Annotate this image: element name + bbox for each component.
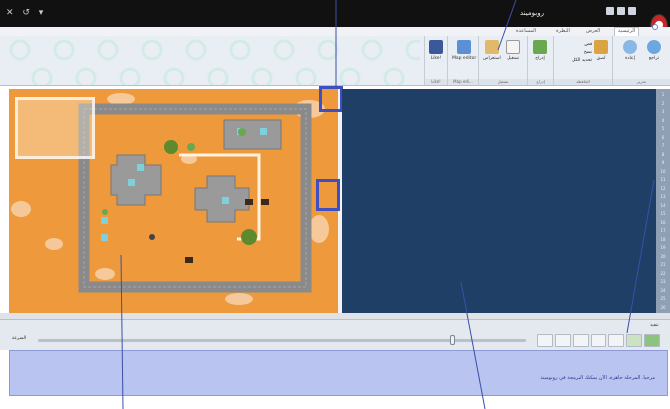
- toolbar-button[interactable]: [537, 334, 553, 347]
- quick-access-toolbar[interactable]: [606, 7, 640, 17]
- line-number: 8: [661, 151, 665, 157]
- browse-button[interactable]: استعراض: [483, 40, 501, 61]
- tab-view[interactable]: العرض: [586, 28, 600, 34]
- insert-icon: [533, 40, 547, 54]
- lock-icon[interactable]: [628, 7, 636, 15]
- line-number: 5: [661, 126, 665, 131]
- line-number: 17: [660, 228, 666, 233]
- document-icon: [506, 40, 520, 54]
- insert-button[interactable]: إدراج: [533, 40, 547, 61]
- line-number: 26: [660, 304, 666, 310]
- line-number: 9: [661, 160, 665, 165]
- line-number: 15: [660, 211, 666, 216]
- ribbon: تراجع إعادة تحرير لصق قص نسخ تحديد الكل …: [0, 36, 670, 86]
- line-number: 19: [660, 245, 666, 250]
- undo-button[interactable]: تراجع: [647, 40, 661, 61]
- title-bar: ✕ ↺ ▾ روبوميند: [0, 0, 670, 27]
- toolbar-button[interactable]: [554, 334, 571, 347]
- copy-button[interactable]: نسخ: [558, 49, 592, 57]
- code-editor[interactable]: [342, 89, 656, 313]
- run-button[interactable]: تشغيل: [506, 40, 520, 61]
- line-number: 14: [660, 202, 666, 208]
- message-pane: مرحبا. المرحلة جاهزة، الآن يمكنك البرمجة…: [9, 350, 668, 396]
- select-all-button[interactable]: تحديد الكل: [558, 57, 592, 65]
- message-text: مرحبا. المرحلة جاهزة، الآن يمكنك البرمجة…: [540, 375, 655, 381]
- line-number: 23: [660, 279, 666, 284]
- line-number: 10: [660, 168, 666, 174]
- line-number: 24: [660, 287, 666, 293]
- undo-icon: [647, 40, 661, 54]
- execute-label: تنفيذ: [650, 323, 659, 328]
- tab-look[interactable]: النظرة: [556, 28, 570, 34]
- cut-button[interactable]: قص: [558, 41, 592, 49]
- speed-slider-thumb[interactable]: [449, 335, 455, 345]
- line-number: 11: [660, 177, 666, 182]
- game-map[interactable]: [9, 89, 338, 313]
- splitter-handle-highlight: [316, 179, 340, 211]
- pencil-icon: [484, 40, 499, 54]
- paste-button[interactable]: لصق: [594, 40, 608, 61]
- line-number: 22: [660, 270, 666, 276]
- window-controls[interactable]: ✕ ↺ ▾: [6, 8, 46, 18]
- line-number: 16: [660, 219, 666, 225]
- redo-button[interactable]: إعادة: [623, 40, 637, 61]
- minimap[interactable]: [15, 97, 95, 159]
- ribbon-pattern: [9, 39, 420, 85]
- save-icon[interactable]: [617, 7, 625, 15]
- line-number: 25: [660, 296, 666, 301]
- status-strip: [0, 313, 670, 320]
- ribbon-group-like: Like! Like!: [424, 36, 447, 85]
- line-number: 1: [661, 92, 665, 97]
- line-number: 4: [661, 117, 665, 123]
- map-editor-button[interactable]: Map editor: [452, 40, 476, 61]
- step-button[interactable]: [626, 334, 643, 347]
- ribbon-group-clipboard: لصق قص نسخ تحديد الكل الحافظة: [553, 36, 612, 85]
- line-number: 13: [660, 194, 666, 199]
- line-number: 7: [661, 143, 665, 148]
- ribbon-group-edit: تراجع إعادة تحرير: [612, 36, 670, 85]
- line-number-gutter: 1 2 3 4 5 6 7 8 9 10 11 12 13 14 15 16 17 18 19 20 21 22 23 24 2…: [656, 89, 670, 313]
- ribbon-group-run: تشغيل استعراض تشغيل: [478, 36, 527, 85]
- playback-toolbar: [537, 334, 661, 347]
- ribbon-group-map: Map editor Map edi...: [447, 36, 478, 85]
- splitter-top-highlight: [319, 86, 343, 112]
- toolbar-button[interactable]: [590, 334, 607, 347]
- speed-label: السرعة: [12, 336, 27, 341]
- line-number: 12: [660, 185, 666, 191]
- thumbs-up-icon: [429, 40, 443, 54]
- play-button[interactable]: [644, 334, 661, 347]
- ribbon-tabs: الرئيسية العرض النظرة المساعدة: [0, 27, 670, 36]
- app-title: روبوميند: [520, 9, 544, 17]
- info-icon: [652, 24, 658, 30]
- line-number: 21: [660, 262, 666, 267]
- like-button[interactable]: Like!: [429, 40, 443, 61]
- toolbar-button[interactable]: [572, 334, 589, 347]
- tab-help[interactable]: المساعدة: [516, 28, 536, 34]
- map-editor-icon: [457, 40, 472, 54]
- line-number: 6: [661, 134, 665, 140]
- help-icon[interactable]: [606, 7, 614, 15]
- toolbar-button[interactable]: [608, 334, 625, 347]
- ribbon-group-insert: إدراج إدراج: [527, 36, 553, 85]
- redo-icon: [623, 40, 637, 54]
- line-number: 3: [661, 109, 665, 114]
- line-number: 20: [660, 253, 666, 259]
- tab-home[interactable]: الرئيسية: [614, 27, 640, 36]
- line-number: 2: [661, 100, 665, 106]
- clipboard-icon: [594, 40, 608, 54]
- line-number: 18: [660, 236, 666, 242]
